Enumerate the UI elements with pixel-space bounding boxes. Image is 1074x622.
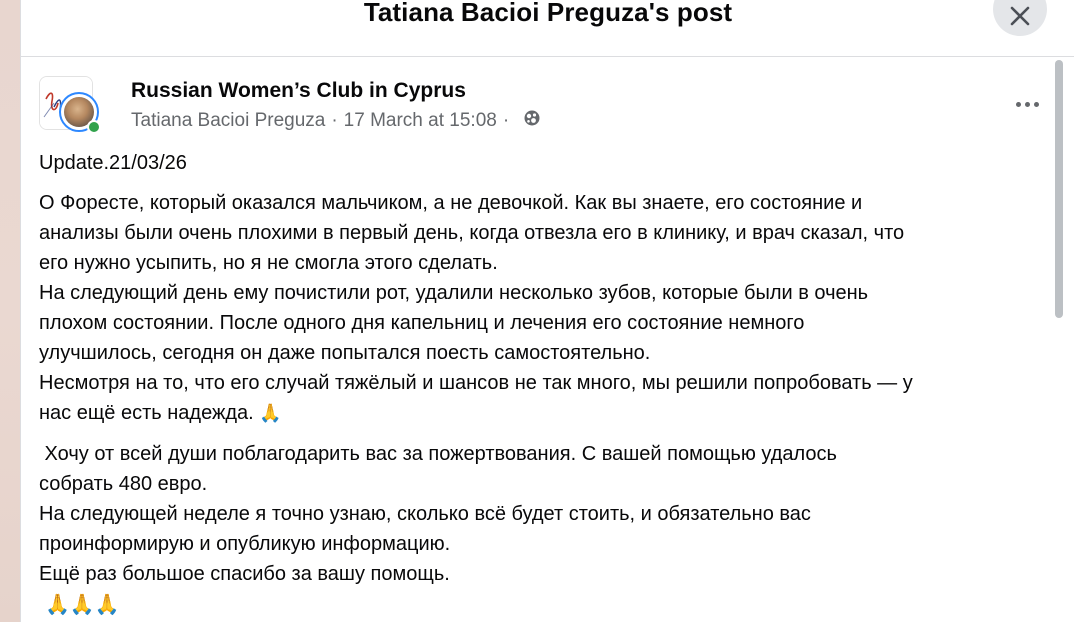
pray-emoji-row: 🙏🙏🙏: [39, 589, 1051, 620]
paragraph-1-line: плохом состоянии. После одного дня капел…: [39, 312, 805, 334]
post-header: Russian Women’s Club in Cyprus Tatiana B…: [39, 76, 1039, 136]
paragraph-1-line: улучшилось, сегодня он даже попытался по…: [39, 342, 651, 364]
paragraph-1-last-line: нас ещё есть надежда. 🙏: [39, 398, 1051, 429]
globe-icon[interactable]: [523, 109, 541, 134]
pray-emoji-icon: 🙏🙏🙏: [45, 592, 120, 616]
paragraph-2-line: собрать 480 евро.: [39, 473, 208, 495]
close-icon: [1010, 6, 1030, 26]
close-button[interactable]: [993, 0, 1047, 36]
update-line: Update.21/03/26: [39, 152, 187, 174]
group-name-link[interactable]: Russian Women’s Club in Cyprus: [131, 78, 466, 104]
paragraph-1-line: анализы были очень плохими в первый день…: [39, 222, 905, 244]
background-page-edge: [0, 0, 20, 622]
meta-separator: ·: [331, 109, 338, 131]
post-text: Update.21/03/26 О Форесте, который оказа…: [39, 148, 1051, 620]
dialog-header: Tatiana Bacioi Preguza's post: [21, 0, 1074, 57]
dialog-scrollbar[interactable]: [1051, 56, 1067, 622]
author-avatar[interactable]: [59, 92, 101, 134]
pray-emoji-icon: 🙏: [259, 403, 282, 424]
post-meta: Tatiana Bacioi Preguza · 17 March at 15:…: [131, 108, 541, 133]
meta-separator-2: ·: [502, 109, 510, 131]
paragraph-2-line: Ещё раз большое спасибо за вашу помощь.: [39, 563, 450, 585]
paragraph-2-line: На следующей неделе я точно узнаю, сколь…: [39, 503, 811, 525]
paragraph-2-line: проинформирую и опубликую информацию.: [39, 533, 451, 555]
post-timestamp-link[interactable]: 17 March at 15:08: [344, 109, 497, 133]
dialog-title: Tatiana Bacioi Preguza's post: [363, 0, 733, 27]
paragraph-1-line: О Форесте, который оказался мальчиком, а…: [39, 192, 863, 214]
author-name-link[interactable]: Tatiana Bacioi Preguza: [131, 109, 325, 133]
paragraph-1-line: На следующий день ему почистили рот, уда…: [39, 282, 869, 304]
more-options-button[interactable]: [1007, 90, 1047, 118]
paragraph-1-line: Несмотря на то, что его случай тяжёлый и…: [39, 372, 913, 394]
paragraph-1-line: его нужно усыпить, но я не смогла этого …: [39, 252, 498, 274]
paragraph-2-line: Хочу от всей души поблагодарить вас за п…: [39, 443, 837, 465]
post-dialog: Tatiana Bacioi Preguza's post Russian Wo…: [20, 0, 1074, 622]
more-options-icon: [1015, 101, 1021, 107]
online-status-dot: [87, 120, 101, 134]
scrollbar-thumb[interactable]: [1055, 60, 1063, 318]
